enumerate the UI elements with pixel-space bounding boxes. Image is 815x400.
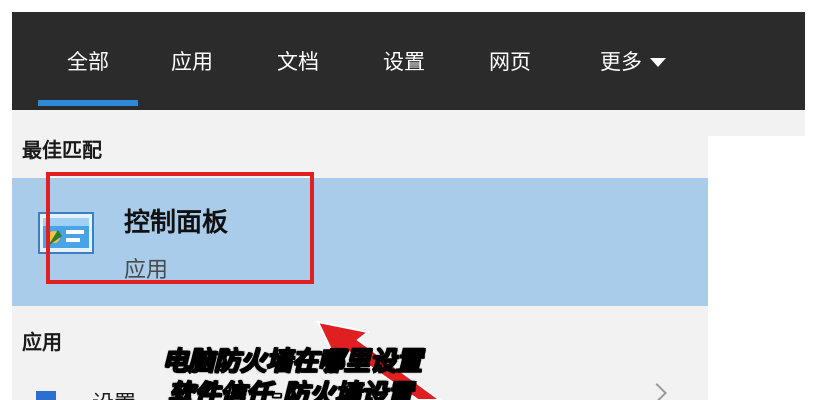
tab-label: 网页 — [489, 50, 531, 74]
app-item-label: 设置 — [92, 386, 136, 400]
active-tab-indicator — [38, 100, 138, 106]
apps-heading: 应用 — [22, 330, 62, 354]
tab-label: 更多 — [600, 50, 642, 74]
tab-documents[interactable]: 文档 — [258, 12, 338, 110]
tab-web[interactable]: 网页 — [470, 12, 550, 110]
tab-more[interactable]: 更多 — [578, 12, 688, 110]
best-match-heading: 最佳匹配 — [22, 138, 102, 162]
search-window: 全部 应用 文档 设置 网页 更多 最佳匹配 控制面板 应用 应用 电脑防火墙在… — [0, 0, 815, 400]
control-panel-icon — [38, 212, 94, 254]
tab-label: 应用 — [171, 50, 213, 74]
best-match-item[interactable] — [12, 178, 708, 306]
tab-label: 设置 — [383, 50, 425, 74]
tab-apps[interactable]: 应用 — [152, 12, 232, 110]
chevron-down-icon — [650, 58, 666, 67]
best-match-subtitle: 应用 — [124, 258, 169, 283]
tab-label: 全部 — [67, 50, 109, 74]
tab-settings[interactable]: 设置 — [364, 12, 444, 110]
settings-icon — [36, 391, 56, 400]
tab-label: 文档 — [277, 50, 319, 74]
tab-all[interactable]: 全部 — [38, 12, 138, 110]
search-scope-tabs: 全部 应用 文档 设置 网页 更多 — [12, 12, 805, 110]
preview-pane-edge — [708, 110, 805, 136]
best-match-title: 控制面板 — [124, 208, 229, 238]
